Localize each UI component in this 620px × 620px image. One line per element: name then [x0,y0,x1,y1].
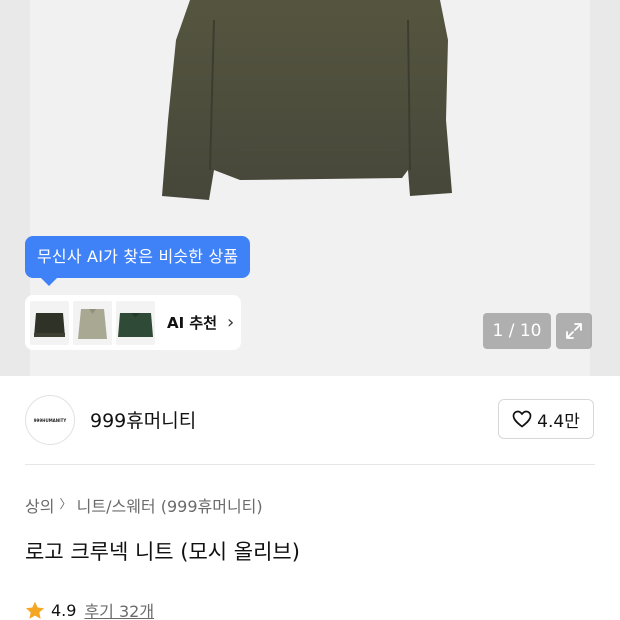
rating-row: 4.9 후기 32개 [25,598,154,620]
rating-score: 4.9 [51,600,77,620]
breadcrumb: 상의 〉 니트/스웨터 (999휴머니티) [25,493,263,517]
star-icon [26,601,44,619]
ai-thumbnail-1[interactable] [30,300,69,345]
heart-outline-icon [512,410,532,428]
product-title: 로고 크루넥 니트 (모시 올리브) [25,540,300,564]
breadcrumb-separator-icon: 〉 [59,497,72,511]
divider [25,464,595,465]
chevron-right-icon: › [227,312,235,333]
ai-recommend-link[interactable]: AI 추천 › [167,312,234,333]
breadcrumb-item[interactable]: 상의 [25,493,54,517]
like-button[interactable]: 4.4만 [498,399,594,439]
tooltip-tail [41,278,57,286]
expand-button[interactable] [556,313,592,349]
ai-recommend-card[interactable]: AI 추천 › [25,295,241,350]
expand-icon [566,323,582,339]
ai-recommend-label: AI 추천 [167,314,218,332]
breadcrumb-item[interactable]: 니트/스웨터 (999휴머니티) [77,493,263,517]
brand-name[interactable]: 999휴머니티 [90,406,196,433]
brand-row: 999HUMANITY 999휴머니티 4.4만 [0,376,620,464]
brand-logo[interactable]: 999HUMANITY [25,395,75,445]
ai-thumbnail-2[interactable] [73,300,112,345]
product-image-gallery[interactable]: 무신사 AI가 찾은 비슷한 상품 AI 추천 › 1 / 10 [0,0,620,376]
ai-thumbnail-3[interactable] [116,300,155,345]
ai-similar-tooltip[interactable]: 무신사 AI가 찾은 비슷한 상품 [25,236,250,286]
image-counter: 1 / 10 [483,313,551,349]
reviews-link[interactable]: 후기 32개 [84,598,154,620]
like-count: 4.4만 [537,411,580,432]
ai-tooltip-text: 무신사 AI가 찾은 비슷한 상품 [37,247,239,266]
